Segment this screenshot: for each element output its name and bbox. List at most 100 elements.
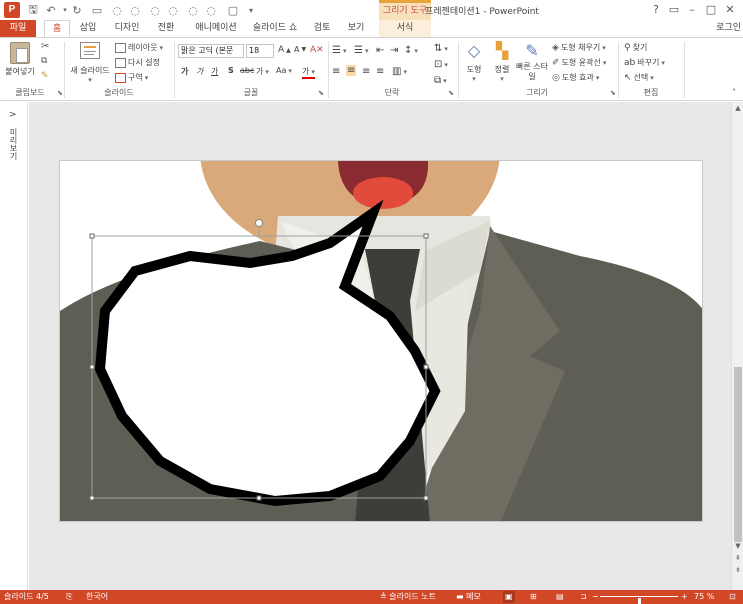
replace-button[interactable]: ab 바꾸기 ▾ (624, 57, 665, 68)
minimize-button[interactable]: – (684, 2, 700, 18)
expand-pane-arrow-icon[interactable]: > (9, 110, 17, 120)
grow-font-icon[interactable]: A ▲ (278, 45, 291, 55)
thumbnail-pane-collapsed[interactable]: > 미리보기 (0, 102, 28, 590)
qat-icon-6[interactable]: ◌ (204, 3, 218, 17)
vertical-scrollbar[interactable]: ▲ ▼ ⇞ ⇟ (731, 102, 743, 590)
paste-button[interactable]: 붙여넣기 (3, 42, 37, 77)
zoom-slider[interactable] (600, 596, 678, 604)
fit-slide-icon[interactable]: ⊡ (729, 591, 736, 603)
reading-view-icon[interactable]: ▤ (556, 591, 564, 603)
bold-button[interactable]: 가 (181, 66, 188, 77)
new-slide-button[interactable]: 새 슬라이드 ▾ (68, 42, 112, 84)
resize-handle-bottom[interactable] (256, 495, 262, 501)
rotate-handle[interactable] (255, 219, 263, 227)
tab-view[interactable]: 보기 (344, 20, 368, 37)
language-indicator[interactable]: 한국어 (86, 591, 108, 603)
align-text-icon[interactable]: ⊡ ▾ (434, 59, 448, 70)
save-icon[interactable]: 🖫 (26, 3, 40, 17)
tab-format[interactable]: 서식 (379, 20, 431, 37)
section-button[interactable]: 구역 ▾ (115, 72, 148, 83)
align-right-icon[interactable]: ≡ (362, 66, 370, 77)
underline-button[interactable]: 가 (211, 66, 218, 77)
line-spacing-icon[interactable]: ↕ ▾ (404, 45, 418, 56)
scroll-up-icon[interactable]: ▲ (734, 104, 742, 112)
zoom-level[interactable]: 75 % (694, 591, 714, 603)
reset-slide-button[interactable]: 다시 설정 (115, 57, 160, 68)
resize-handle-bottom-right[interactable] (423, 495, 429, 501)
clear-formatting-icon[interactable]: A✕ (310, 45, 324, 55)
tab-insert[interactable]: 삽입 (76, 20, 100, 37)
close-button[interactable]: ✕ (722, 2, 738, 18)
font-face-combobox[interactable]: 맑은 고딕 (본문 (178, 44, 244, 58)
help-button[interactable]: ? (648, 2, 664, 18)
qat-icon-1[interactable]: ◌ (110, 3, 124, 17)
resize-handle-bottom-left[interactable] (89, 495, 95, 501)
qat-icon-5[interactable]: ◌ (186, 3, 200, 17)
format-painter-icon[interactable]: ✎ (41, 71, 49, 81)
zoom-out-icon[interactable]: − (592, 591, 599, 603)
decrease-indent-icon[interactable]: ⇤ (376, 45, 384, 56)
clipboard-dialog-launcher-icon[interactable]: ⬊ (57, 89, 63, 97)
resize-handle-top-left[interactable] (89, 233, 95, 239)
layout-button[interactable]: 레이아웃 ▾ (115, 42, 163, 53)
arrange-button[interactable]: ▚ 정렬 ▾ (490, 42, 514, 84)
undo-icon[interactable]: ↶ (44, 3, 58, 17)
slideshow-view-icon[interactable]: ⊐ (580, 591, 587, 603)
strikethrough-button[interactable]: abc (240, 66, 254, 75)
font-color-button[interactable]: 가 ▾ (302, 66, 315, 79)
font-dialog-launcher-icon[interactable]: ⬊ (318, 89, 324, 97)
drawing-dialog-launcher-icon[interactable]: ⬊ (610, 89, 616, 97)
smartart-icon[interactable]: ⧉ ▾ (434, 75, 447, 86)
shapes-button[interactable]: ◇ 도형 ▾ (461, 42, 487, 84)
normal-view-icon[interactable]: ▣ (503, 591, 515, 603)
previous-slide-icon[interactable]: ⇞ (734, 554, 742, 562)
shape-fill-button[interactable]: ◈ 도형 채우기 ▾ (552, 42, 606, 53)
slide-editing-area[interactable] (29, 102, 731, 590)
tab-file[interactable]: 파일 (0, 20, 36, 37)
start-slideshow-icon[interactable]: ▭ (90, 3, 104, 17)
qat-icon-2[interactable]: ◌ (128, 3, 142, 17)
current-slide[interactable] (59, 160, 703, 522)
tab-transitions[interactable]: 전환 (154, 20, 178, 37)
align-left-icon[interactable]: ≡ (332, 66, 340, 77)
italic-button[interactable]: 가 (196, 66, 203, 77)
find-button[interactable]: ⚲ 찾기 (624, 42, 647, 53)
next-slide-icon[interactable]: ⇟ (734, 566, 742, 574)
font-size-combobox[interactable]: 18 (246, 44, 274, 58)
text-direction-icon[interactable]: ⇅ ▾ (434, 43, 448, 54)
zoom-in-icon[interactable]: + (681, 591, 688, 603)
qat-icon-3[interactable]: ◌ (148, 3, 162, 17)
justify-icon[interactable]: ≡ (376, 66, 384, 77)
notes-button[interactable]: ≜ 슬라이드 노트 (380, 591, 436, 603)
align-center-icon[interactable]: ≡ (346, 65, 357, 76)
zoom-slider-thumb[interactable] (638, 598, 641, 604)
paragraph-dialog-launcher-icon[interactable]: ⬊ (448, 89, 454, 97)
text-shadow-button[interactable]: S (228, 66, 234, 75)
numbering-icon[interactable]: ☰ ▾ (354, 45, 368, 56)
redo-icon[interactable]: ↻ (70, 3, 84, 17)
shrink-font-icon[interactable]: A ▼ (294, 45, 306, 54)
resize-handle-right[interactable] (423, 364, 429, 370)
comments-button[interactable]: ▬ 메모 (456, 591, 481, 603)
columns-icon[interactable]: ▥ ▾ (392, 66, 407, 77)
vertical-scroll-thumb[interactable] (734, 367, 742, 542)
quick-styles-button[interactable]: ✎ 빠른 스타일 (516, 42, 548, 82)
comment-icon[interactable]: ▢ (226, 3, 240, 17)
spell-check-icon[interactable]: ⎘ (66, 591, 72, 603)
qat-icon-4[interactable]: ◌ (166, 3, 180, 17)
collapse-ribbon-icon[interactable]: ˄ (732, 88, 736, 97)
tab-review[interactable]: 검토 (310, 20, 334, 37)
select-button[interactable]: ↖ 선택 ▾ (624, 72, 654, 83)
tab-slideshow[interactable]: 슬라이드 쇼 (250, 20, 300, 37)
maximize-button[interactable]: □ (703, 2, 719, 18)
shape-effects-button[interactable]: ◎ 도형 효과 ▾ (552, 72, 599, 83)
cut-icon[interactable]: ✂ (41, 41, 49, 52)
slide-sorter-view-icon[interactable]: ⊞ (530, 591, 537, 603)
resize-handle-left[interactable] (89, 364, 95, 370)
bullets-icon[interactable]: ☰ ▾ (332, 45, 346, 56)
ribbon-display-options-icon[interactable]: ▭ (666, 2, 682, 18)
increase-indent-icon[interactable]: ⇥ (390, 45, 398, 56)
copy-icon[interactable]: ⧉ (41, 56, 47, 66)
change-case-button[interactable]: Aa ▾ (276, 66, 292, 75)
shape-outline-button[interactable]: ✐ 도형 윤곽선 ▾ (552, 57, 606, 68)
